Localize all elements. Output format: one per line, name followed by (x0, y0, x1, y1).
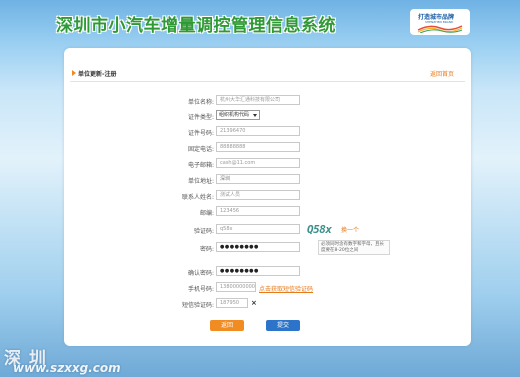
password-label: 密码: (199, 246, 214, 253)
zipcode-input[interactable]: 123456 (216, 206, 300, 216)
id-type-select[interactable]: 组织机构代码 (216, 110, 260, 120)
mobile-label: 手机号码: (187, 286, 214, 293)
phone-input[interactable]: 88888888 (216, 142, 300, 152)
submit-button[interactable]: 提交 (266, 320, 300, 331)
mobile-input[interactable]: 13800000000 (216, 282, 256, 292)
email-label: 电子邮箱: (187, 162, 214, 169)
form-row-sms-code: 短信验证码: 187950 × (64, 298, 471, 310)
password-input[interactable]: ●●●●●●●● (216, 242, 300, 252)
address-label: 单位地址: (187, 178, 214, 185)
form-row-confirm-password: 确认密码: ●●●●●●●● (64, 266, 471, 278)
watermark-url: www.szxxg.com (13, 361, 121, 375)
sms-code-label: 短信验证码: (181, 302, 214, 309)
sms-code-input[interactable]: 187950 (216, 298, 248, 308)
email-input[interactable]: cash@11.com (216, 158, 300, 168)
get-sms-code-link[interactable]: 点击获取短信验证码 (259, 284, 313, 293)
password-hint: 必须同时含有数字和字母，且长度要在8-20位之间 (318, 240, 390, 255)
register-panel: 单位更新-注册 返回首页 单位名称: 杭州大华汇通科技有限公司 证件类型: 组织… (64, 48, 471, 346)
logo-swoosh-icon (417, 25, 463, 33)
zipcode-label: 邮编: (199, 210, 214, 217)
form-row-captcha: 验证码: q58x Q58x 换一个 (64, 223, 471, 236)
form-row-password: 密码: ●●●●●●●● 必须同时含有数字和字母，且长度要在8-20位之间 (64, 240, 471, 255)
site-title: 深圳市小汽车增量调控管理信息系统 (56, 16, 336, 36)
header: 深圳市小汽车增量调控管理信息系统 打造城市品牌 SHENZHEN BRAND (0, 0, 520, 45)
form-row-zipcode: 邮编: 123456 (64, 206, 471, 218)
contact-name-label: 联系人姓名: (181, 194, 214, 201)
captcha-label: 验证码: (193, 228, 214, 235)
captcha-refresh-link[interactable]: 换一个 (341, 225, 359, 234)
form-row-contact: 联系人姓名: 测试人员 (64, 190, 471, 202)
panel-header: 单位更新-注册 返回首页 (64, 48, 471, 96)
id-type-selected-value: 组织机构代码 (219, 112, 250, 118)
back-home-link[interactable]: 返回首页 (430, 69, 454, 78)
id-number-label: 证件号码: (187, 130, 214, 137)
captcha-image[interactable]: Q58x (307, 223, 340, 236)
panel-title: 单位更新-注册 (78, 71, 117, 78)
phone-label: 固定电话: (187, 146, 214, 153)
form-row-email: 电子邮箱: cash@11.com (64, 158, 471, 170)
header-divider (70, 81, 465, 82)
form-row-id-type: 证件类型: 组织机构代码 (64, 110, 471, 122)
form-row-address: 单位地址: 深圳 (64, 174, 471, 186)
captcha-input[interactable]: q58x (216, 224, 300, 234)
contact-name-input[interactable]: 测试人员 (216, 190, 300, 200)
back-button[interactable]: 返回 (210, 320, 244, 331)
chevron-down-icon (253, 114, 257, 117)
id-number-input[interactable]: 21396470 (216, 126, 300, 136)
close-icon[interactable]: × (251, 299, 257, 307)
arrow-right-icon (72, 70, 76, 76)
form-row-mobile: 手机号码: 13800000000 点击获取短信验证码 (64, 282, 471, 294)
company-name-input[interactable]: 杭州大华汇通科技有限公司 (216, 95, 300, 105)
address-input[interactable]: 深圳 (216, 174, 300, 184)
form-row-phone: 固定电话: 88888888 (64, 142, 471, 154)
id-type-label: 证件类型: (187, 114, 214, 121)
company-name-label: 单位名称: (187, 99, 214, 106)
form-row-id-number: 证件号码: 21396470 (64, 126, 471, 138)
brand-logo: 打造城市品牌 SHENZHEN BRAND (410, 9, 470, 35)
confirm-password-label: 确认密码: (187, 270, 214, 277)
confirm-password-input[interactable]: ●●●●●●●● (216, 266, 300, 276)
form-row-company-name: 单位名称: 杭州大华汇通科技有限公司 (64, 95, 471, 107)
